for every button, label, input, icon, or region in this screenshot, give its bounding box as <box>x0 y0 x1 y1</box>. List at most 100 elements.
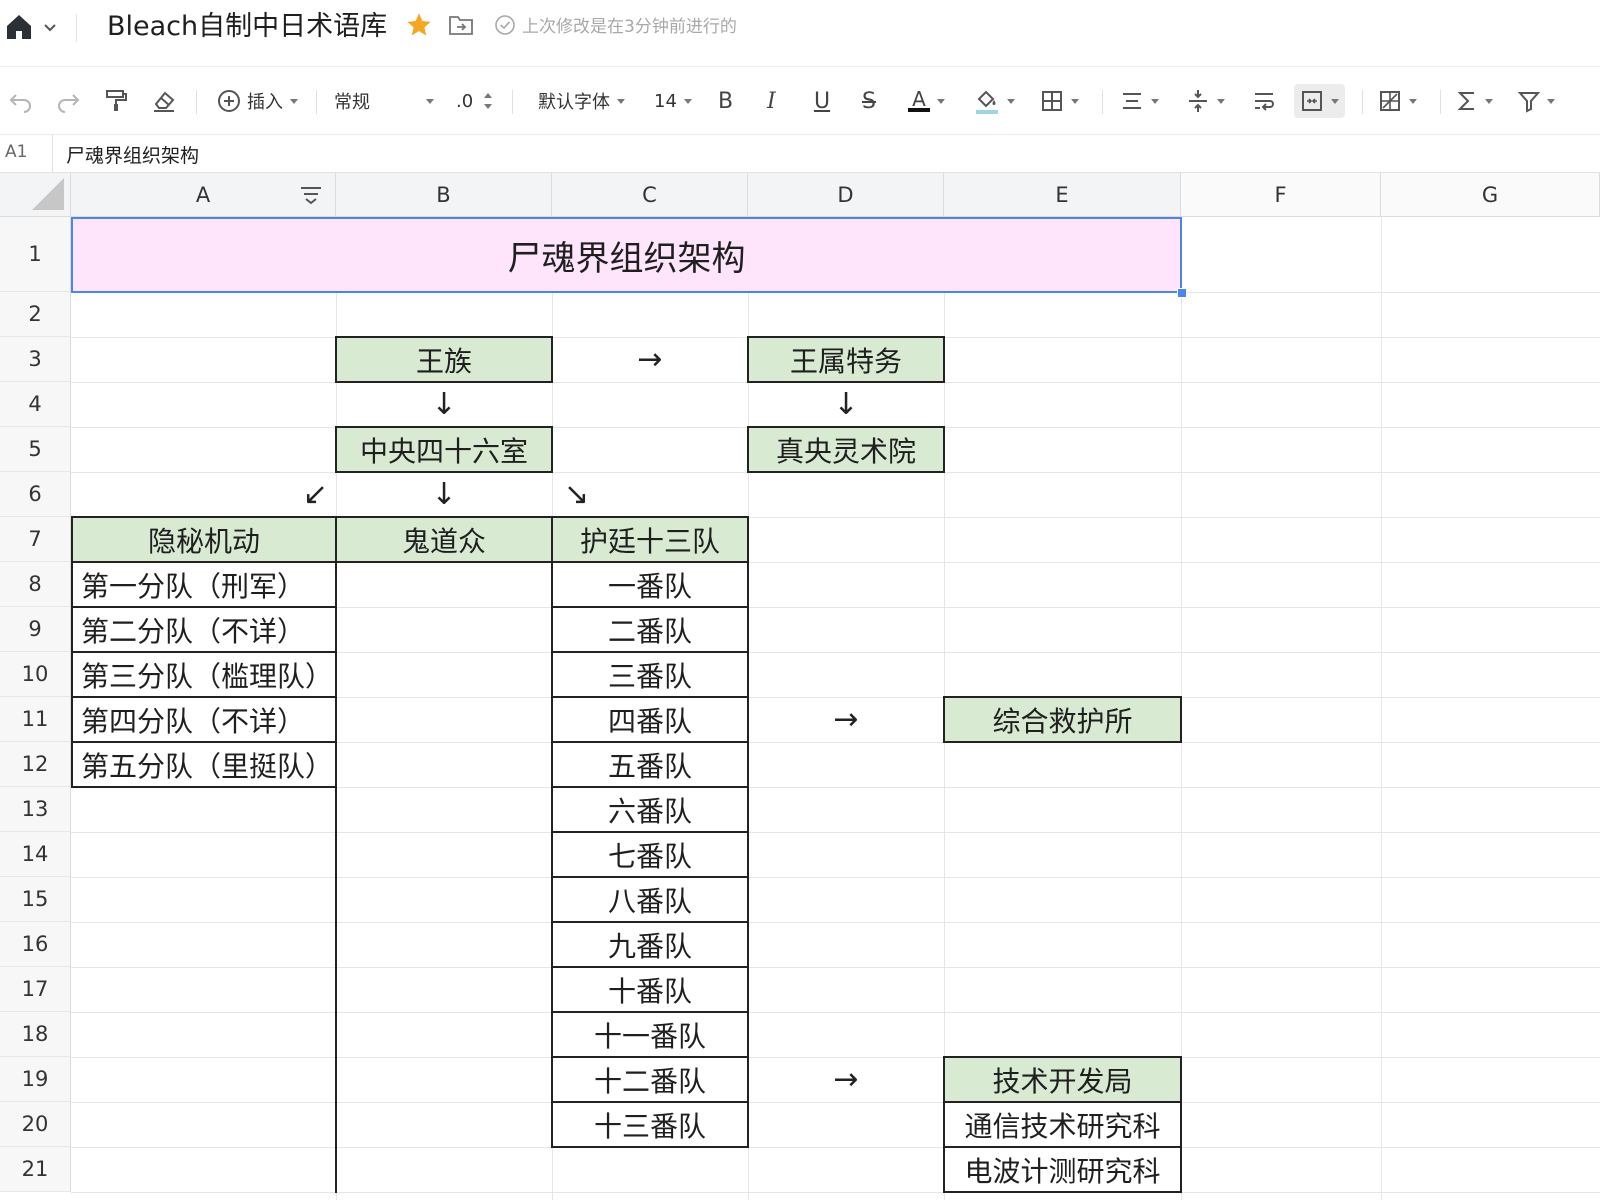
home-menu[interactable] <box>4 12 64 42</box>
document-title[interactable]: Bleach自制中日术语库 <box>107 9 387 45</box>
insert-button[interactable]: 插入 <box>216 87 298 115</box>
row-header-label: 19 <box>21 1067 49 1091</box>
onmitsu-unit-cell[interactable]: 第五分队（里挺队） <box>71 741 337 788</box>
row-header[interactable]: 3 <box>0 337 71 382</box>
division-cell[interactable]: 五番队 <box>551 741 749 788</box>
division-cell[interactable]: 十一番队 <box>551 1011 749 1058</box>
font-color-button[interactable]: A <box>908 87 945 115</box>
division-cell[interactable]: 三番队 <box>551 651 749 698</box>
functions-button[interactable] <box>1456 87 1493 115</box>
division-cell[interactable]: 十番队 <box>551 966 749 1013</box>
division-cell[interactable]: 一番队 <box>551 561 749 608</box>
row-header[interactable]: 7 <box>0 517 71 562</box>
move-to-folder-icon[interactable] <box>448 13 474 37</box>
division-cell[interactable]: 二番队 <box>551 606 749 653</box>
underline-button[interactable]: U <box>814 87 830 115</box>
central-46-cell[interactable]: 中央四十六室 <box>335 426 553 473</box>
division-cell[interactable]: 四番队 <box>551 696 749 743</box>
bold-button[interactable]: B <box>718 87 733 115</box>
sdri-header-cell[interactable]: 技术开发局 <box>943 1056 1182 1103</box>
column-header-label: B <box>436 182 451 207</box>
sheet-title-cell[interactable]: 尸魂界组织架构 <box>71 217 1182 293</box>
row-header[interactable]: 5 <box>0 427 71 472</box>
onmitsu-unit-cell[interactable]: 第二分队（不详） <box>71 606 337 653</box>
arrow-down: ↓ <box>833 387 859 422</box>
column-header-e[interactable]: E <box>944 173 1181 217</box>
italic-button[interactable]: I <box>767 87 776 115</box>
row-header[interactable]: 12 <box>0 742 71 787</box>
division-cell[interactable]: 九番队 <box>551 921 749 968</box>
row-header[interactable]: 6 <box>0 472 71 517</box>
row-header[interactable]: 8 <box>0 562 71 607</box>
row-header[interactable]: 4 <box>0 382 71 427</box>
row-header[interactable]: 13 <box>0 787 71 832</box>
number-format-select[interactable]: 常规 <box>334 87 434 115</box>
arrow-down-left: ↙ <box>302 477 328 512</box>
conditional-format-button[interactable] <box>1378 87 1417 115</box>
row-header[interactable]: 19 <box>0 1057 71 1102</box>
row-header[interactable]: 18 <box>0 1012 71 1057</box>
row-header[interactable]: 10 <box>0 652 71 697</box>
filter-button[interactable] <box>1518 87 1555 115</box>
column-header-g[interactable]: G <box>1381 173 1600 217</box>
chevron-down-icon <box>617 98 625 104</box>
formula-input[interactable]: 尸魂界组织架构 <box>66 141 199 168</box>
gridline <box>71 832 1600 833</box>
division-cell[interactable]: 十二番队 <box>551 1056 749 1103</box>
column-header-a[interactable]: A <box>71 173 336 217</box>
onmitsu-unit-cell[interactable]: 第一分队（刑军） <box>71 561 337 608</box>
toolbar: 插入 常规 .0 默认字体 14 B I U S A <box>0 66 1600 135</box>
kido-header-cell[interactable]: 鬼道众 <box>335 516 553 563</box>
row-header[interactable]: 2 <box>0 292 71 337</box>
sdri-unit-cell[interactable]: 通信技术研究科 <box>943 1101 1182 1148</box>
column-header-b[interactable]: B <box>336 173 552 217</box>
vertical-align-button[interactable] <box>1186 87 1225 115</box>
select-all-corner[interactable] <box>0 173 71 217</box>
royal-guard-cell[interactable]: 王属特务 <box>747 336 945 383</box>
fill-color-button[interactable] <box>974 87 1015 115</box>
royal-family-cell[interactable]: 王族 <box>335 336 553 383</box>
redo-button[interactable] <box>55 87 81 115</box>
gotei-header-cell[interactable]: 护廷十三队 <box>551 516 749 563</box>
format-painter-button[interactable] <box>103 87 129 115</box>
row-header[interactable]: 17 <box>0 967 71 1012</box>
strikethrough-button[interactable]: S <box>862 87 876 115</box>
cell-reference[interactable]: A1 <box>5 142 27 162</box>
division-cell[interactable]: 六番队 <box>551 786 749 833</box>
horizontal-align-button[interactable] <box>1120 87 1159 115</box>
font-size-select[interactable]: 14 <box>654 87 692 115</box>
borders-button[interactable] <box>1040 87 1079 115</box>
row-header[interactable]: 9 <box>0 607 71 652</box>
chevron-down-icon <box>1547 98 1555 104</box>
row-header[interactable]: 11 <box>0 697 71 742</box>
division-cell[interactable]: 八番队 <box>551 876 749 923</box>
insert-label: 插入 <box>247 92 283 113</box>
row-header[interactable]: 21 <box>0 1147 71 1192</box>
academy-cell[interactable]: 真央灵术院 <box>747 426 945 473</box>
row-header[interactable]: 1 <box>0 217 71 292</box>
row-header[interactable]: 20 <box>0 1102 71 1147</box>
relief-station-cell[interactable]: 综合救护所 <box>943 696 1182 743</box>
column-filter-icon[interactable] <box>298 182 324 208</box>
font-family-select[interactable]: 默认字体 <box>538 87 625 115</box>
star-icon[interactable] <box>405 11 433 39</box>
undo-button[interactable] <box>8 87 34 115</box>
merge-cells-button[interactable] <box>1294 84 1345 118</box>
wrap-text-button[interactable] <box>1252 87 1276 115</box>
sdri-unit-cell[interactable]: 电波计测研究科 <box>943 1146 1182 1193</box>
onmitsu-unit-cell[interactable]: 第三分队（槛理队） <box>71 651 337 698</box>
row-header[interactable]: 14 <box>0 832 71 877</box>
column-header-f[interactable]: F <box>1181 173 1381 217</box>
row-header[interactable]: 16 <box>0 922 71 967</box>
clear-format-button[interactable] <box>150 87 178 115</box>
onmitsu-unit-cell[interactable]: 第四分队（不详） <box>71 696 337 743</box>
division-cell[interactable]: 七番队 <box>551 831 749 878</box>
division-cell[interactable]: 十三番队 <box>551 1101 749 1148</box>
row-header-label: 2 <box>28 302 42 326</box>
column-header-c[interactable]: C <box>552 173 748 217</box>
column-header-d[interactable]: D <box>748 173 944 217</box>
onmitsu-header-cell[interactable]: 隐秘机动 <box>71 516 337 563</box>
row-header[interactable]: 15 <box>0 877 71 922</box>
decimal-places-stepper[interactable]: .0 <box>456 87 495 115</box>
selection-fill-handle[interactable] <box>1177 288 1187 298</box>
